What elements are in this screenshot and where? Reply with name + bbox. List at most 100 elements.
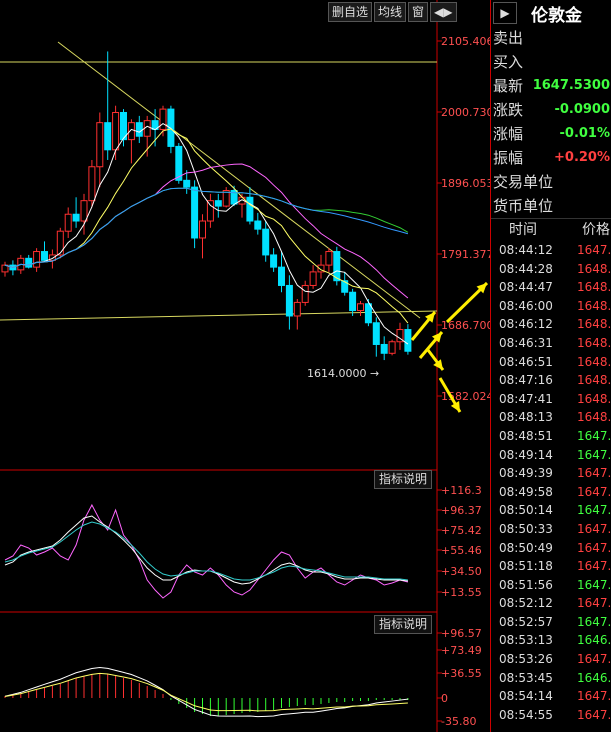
tick-row: 08:44:12 1647. bbox=[491, 241, 611, 260]
candle-body bbox=[214, 200, 222, 207]
tick-price: 1648. bbox=[577, 280, 611, 295]
candle-body bbox=[80, 200, 88, 222]
candle-body bbox=[270, 254, 278, 268]
candle-body bbox=[222, 189, 230, 207]
currency-row: 货币单位 bbox=[493, 197, 554, 215]
tick-time: 08:50:49 bbox=[499, 540, 553, 555]
tick-row: 08:51:56 1647. bbox=[491, 576, 611, 595]
candle-body bbox=[349, 291, 357, 312]
tick-time: 08:47:41 bbox=[499, 391, 553, 406]
candle-body bbox=[41, 251, 48, 261]
candle-body bbox=[135, 122, 143, 137]
candle-body bbox=[325, 251, 333, 266]
tick-row: 08:47:16 1648. bbox=[491, 371, 611, 390]
tick-row: 08:46:51 1648. bbox=[491, 353, 611, 372]
tick-time: 08:53:26 bbox=[499, 652, 553, 667]
tick-row: 08:52:57 1647. bbox=[491, 613, 611, 632]
candle-body bbox=[262, 228, 270, 256]
tick-price: 1647. bbox=[577, 447, 611, 462]
tick-time: 08:46:12 bbox=[499, 317, 553, 332]
tick-time: 08:50:33 bbox=[499, 521, 553, 536]
ind2-axis-label: +36.55 bbox=[441, 667, 482, 680]
candle-body bbox=[254, 220, 262, 230]
tick-time: 08:53:45 bbox=[499, 670, 553, 685]
candle-body bbox=[112, 111, 120, 151]
candle-body bbox=[278, 266, 285, 286]
toggle-panel-icon[interactable]: ◀▶ bbox=[430, 2, 457, 22]
tick-time: 08:46:51 bbox=[499, 354, 553, 369]
candle-body bbox=[309, 271, 317, 286]
tick-row: 08:51:18 1647. bbox=[491, 557, 611, 576]
candle-body bbox=[380, 343, 388, 354]
sell-row: 卖出 bbox=[493, 29, 524, 47]
candle-body bbox=[246, 196, 254, 222]
ind1-axis-label: +96.37 bbox=[441, 504, 482, 517]
candle-body bbox=[191, 186, 199, 239]
candle-body bbox=[104, 122, 112, 151]
tick-price: 1648. bbox=[577, 298, 611, 313]
tick-time: 08:48:51 bbox=[499, 428, 553, 443]
indicator-help-button-2[interactable]: 指标说明 bbox=[374, 615, 433, 634]
tick-row: 08:48:13 1648. bbox=[491, 408, 611, 427]
tick-header: 时间 价格 bbox=[491, 218, 611, 241]
tick-row: 08:46:31 1648. bbox=[491, 334, 611, 353]
tick-time: 08:47:16 bbox=[499, 373, 553, 388]
candle-body bbox=[88, 166, 96, 202]
tick-time: 08:54:14 bbox=[499, 689, 553, 704]
candle-body bbox=[159, 108, 167, 130]
ind2-axis-label: -35.80 bbox=[441, 715, 476, 728]
tick-price: 1647. bbox=[577, 466, 611, 481]
candle-body bbox=[25, 257, 33, 268]
tick-price: 1648. bbox=[577, 410, 611, 425]
tick-price: 1647. bbox=[577, 559, 611, 574]
tick-time: 08:49:58 bbox=[499, 484, 553, 499]
candle-body bbox=[167, 108, 175, 147]
tick-row: 08:44:47 1648. bbox=[491, 278, 611, 297]
macd-line bbox=[4, 672, 408, 712]
pct-value: -0.01% bbox=[559, 126, 611, 141]
tick-row: 08:46:00 1648. bbox=[491, 297, 611, 316]
ma-line bbox=[4, 123, 409, 345]
candle-body bbox=[183, 179, 191, 188]
indicator1-line bbox=[4, 521, 408, 581]
kline-chart-area[interactable]: 2105.406 2000.730 1896.053 1791.377 1686.700… bbox=[0, 0, 490, 732]
chart-toolbar: 删自选 均线 窗 ◀▶ bbox=[328, 2, 457, 22]
tick-price: 1648. bbox=[577, 317, 611, 332]
min-price-label: 1614.0000 → bbox=[307, 367, 379, 380]
tick-price: 1647. bbox=[577, 577, 611, 592]
tick-price: 1647. bbox=[577, 707, 611, 722]
tick-row: 08:50:14 1647. bbox=[491, 501, 611, 520]
indicator-help-button-1[interactable]: 指标说明 bbox=[374, 470, 433, 489]
play-icon[interactable]: ▶ bbox=[493, 2, 517, 24]
ind2-axis-label: +96.57 bbox=[441, 627, 482, 640]
moving-average-button[interactable]: 均线 bbox=[374, 2, 407, 22]
ind1-axis-label: +13.55 bbox=[441, 586, 482, 599]
window-button[interactable]: 窗 bbox=[408, 2, 429, 22]
candle-body bbox=[175, 145, 183, 181]
tick-time: 08:49:39 bbox=[499, 466, 553, 481]
tick-list[interactable]: 08:44:12 1647. 08:44:28 1648. 08:44:47 1648. 0… bbox=[491, 241, 611, 724]
candle-body bbox=[72, 213, 80, 222]
tick-price: 1647. bbox=[577, 428, 611, 443]
latest-row: 最新 1647.5300 bbox=[491, 74, 611, 98]
tick-row: 08:49:39 1647. bbox=[491, 464, 611, 483]
tick-price: 1648. bbox=[577, 335, 611, 350]
tick-row: 08:48:51 1647. bbox=[491, 427, 611, 446]
unit-row: 交易单位 bbox=[493, 173, 554, 191]
panel-header: ▶ 伦敦金 bbox=[491, 0, 611, 26]
tick-time: 08:46:00 bbox=[499, 298, 553, 313]
candle-body bbox=[64, 213, 72, 232]
candle-body bbox=[364, 303, 372, 324]
price-axis-label: 1791.377 bbox=[441, 248, 490, 261]
latest-value: 1647.5300 bbox=[532, 78, 610, 93]
tick-row: 08:44:28 1648. bbox=[491, 260, 611, 279]
candle-body bbox=[404, 329, 412, 352]
tick-price: 1648. bbox=[577, 261, 611, 276]
remove-watchlist-button[interactable]: 删自选 bbox=[328, 2, 373, 22]
trend-line bbox=[57, 41, 421, 319]
candle-body bbox=[285, 284, 293, 317]
candle-body bbox=[388, 341, 396, 354]
ind1-axis-label: +34.50 bbox=[441, 565, 482, 578]
tick-price: 1648. bbox=[577, 354, 611, 369]
instrument-title: 伦敦金 bbox=[531, 5, 582, 26]
